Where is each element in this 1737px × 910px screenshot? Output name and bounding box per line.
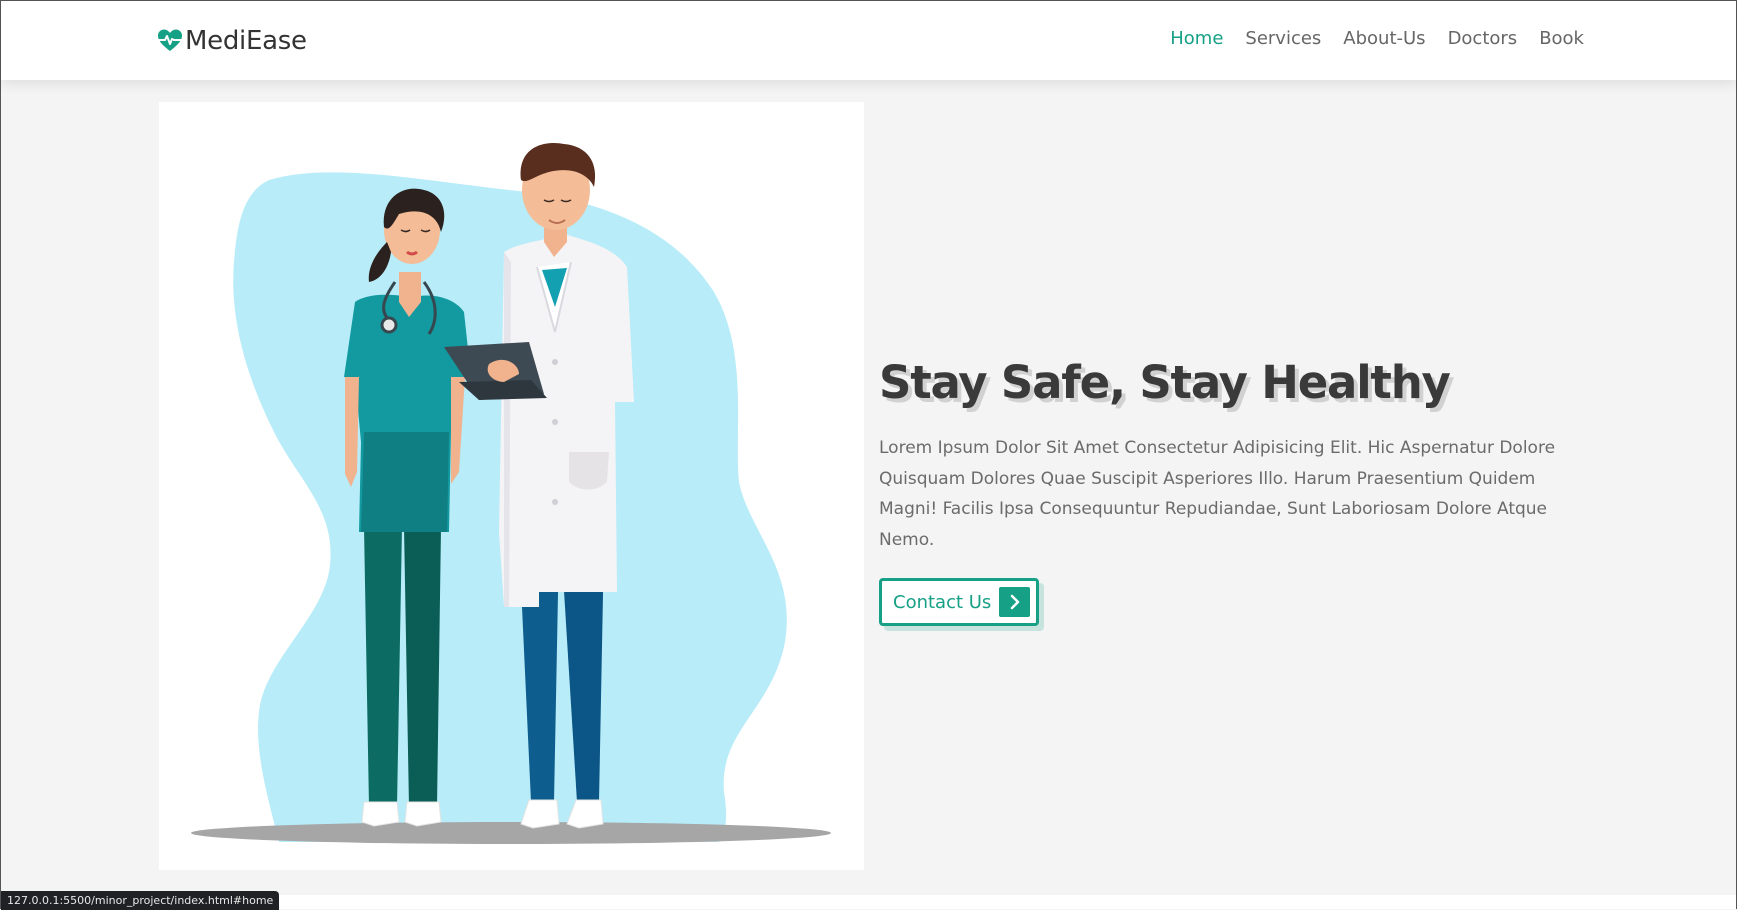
nav-home-link[interactable]: Home [1170, 28, 1223, 49]
heart-pulse-icon [158, 29, 182, 51]
doctors-illustration [159, 102, 864, 870]
contact-us-button[interactable]: Contact Us [879, 578, 1040, 626]
doctors-illustration-svg [191, 142, 831, 844]
nav-doctors-link[interactable]: Doctors [1448, 28, 1518, 49]
chevron-right-icon [999, 587, 1031, 617]
nav-services-link[interactable]: Services [1245, 28, 1321, 49]
logo[interactable]: MediEase [157, 23, 307, 59]
hero-title: Stay Safe, Stay Healthy [879, 356, 1451, 409]
contact-us-label: Contact Us [893, 591, 992, 613]
nav-about-us-link[interactable]: About-Us [1343, 28, 1425, 49]
nav-book-link[interactable]: Book [1539, 28, 1584, 49]
site-header: MediEase Home Services About-Us Doctors … [1, 1, 1736, 80]
ground-shadow [191, 822, 831, 844]
browser-status-bar: 127.0.0.1:5500/minor_project/index.html#… [1, 891, 280, 910]
brand-name: MediEase [185, 26, 307, 56]
main-nav: Home Services About-Us Doctors Book [1148, 28, 1584, 49]
hero-description: Lorem Ipsum Dolor Sit Amet Consectetur A… [879, 438, 1556, 550]
hero-content: Stay Safe, Stay Healthy Lorem Ipsum Dolo… [879, 356, 1599, 626]
